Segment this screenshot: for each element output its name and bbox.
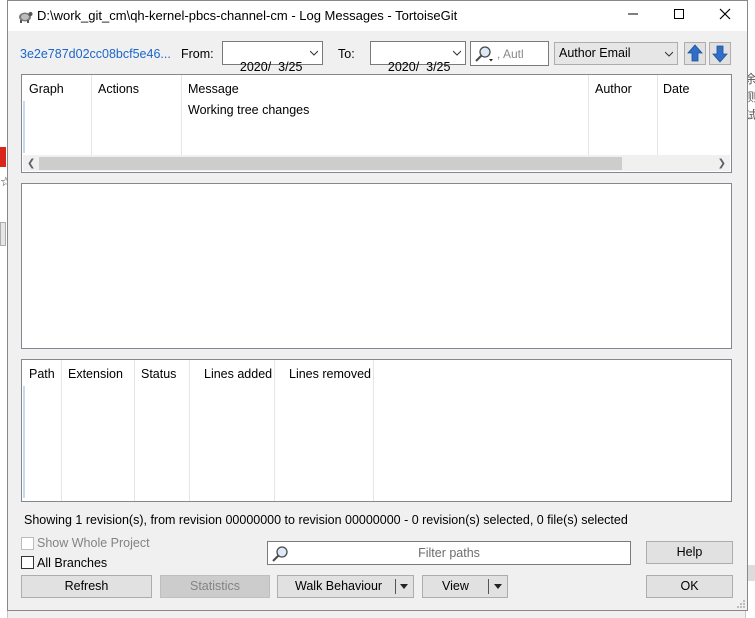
minimize-icon bbox=[628, 13, 638, 15]
dropdown-arrow-icon[interactable] bbox=[400, 584, 408, 589]
commit-message-pane[interactable] bbox=[21, 183, 732, 349]
all-branches-checkbox[interactable] bbox=[21, 556, 34, 569]
column-divider bbox=[657, 75, 658, 155]
from-date-picker[interactable]: 2020/ 3/25 bbox=[222, 41, 323, 74]
column-divider bbox=[189, 360, 190, 501]
close-button[interactable] bbox=[702, 1, 748, 31]
column-header-author[interactable]: Author bbox=[595, 82, 632, 96]
ok-button[interactable]: OK bbox=[646, 575, 733, 598]
resize-grip-icon[interactable] bbox=[736, 599, 746, 609]
refresh-button[interactable]: Refresh bbox=[21, 575, 152, 598]
previous-button[interactable] bbox=[684, 42, 706, 65]
log-list[interactable]: Graph Actions Message Author Date Workin… bbox=[21, 74, 732, 173]
maximize-button[interactable] bbox=[656, 1, 702, 31]
column-header-lines-added[interactable]: Lines added bbox=[204, 367, 272, 381]
column-header-path[interactable]: Path bbox=[29, 367, 55, 381]
status-text: Showing 1 revision(s), from revision 000… bbox=[24, 513, 628, 527]
column-divider bbox=[61, 360, 62, 501]
all-branches-label: All Branches bbox=[37, 556, 108, 570]
scroll-right-icon[interactable]: ❯ bbox=[718, 158, 726, 169]
title-bar[interactable]: D:\work_git_cm\qh-kernel-pbcs-channel-cm… bbox=[8, 1, 747, 31]
changed-files-list[interactable]: Path Extension Status Lines added Lines … bbox=[21, 359, 732, 502]
next-button[interactable] bbox=[709, 42, 731, 65]
column-header-actions[interactable]: Actions bbox=[98, 82, 139, 96]
search-text: , Autl bbox=[497, 47, 524, 61]
filter-paths-input[interactable]: Filter paths bbox=[267, 541, 631, 565]
column-header-date[interactable]: Date bbox=[663, 82, 689, 96]
column-divider bbox=[91, 75, 92, 155]
column-divider bbox=[274, 360, 275, 501]
horizontal-scrollbar[interactable]: ❮ ❯ bbox=[23, 155, 730, 171]
column-header-message[interactable]: Message bbox=[188, 82, 239, 96]
from-date-value: 2020/ 3/25 bbox=[239, 60, 303, 74]
dropdown-arrow-icon[interactable] bbox=[494, 584, 502, 589]
view-label: View bbox=[442, 579, 469, 593]
filter-paths-placeholder: Filter paths bbox=[418, 546, 480, 560]
arrow-down-icon bbox=[712, 45, 728, 63]
split-divider bbox=[488, 579, 489, 594]
column-header-graph[interactable]: Graph bbox=[29, 82, 64, 96]
search-icon bbox=[475, 46, 493, 62]
column-divider bbox=[181, 75, 182, 155]
close-icon bbox=[719, 8, 731, 20]
column-header-extension[interactable]: Extension bbox=[68, 367, 123, 381]
table-row-message[interactable]: Working tree changes bbox=[188, 103, 309, 117]
walk-behaviour-button[interactable]: Walk Behaviour bbox=[277, 575, 414, 598]
to-label: To: bbox=[338, 47, 355, 61]
chevron-down-icon bbox=[453, 50, 461, 56]
revision-link[interactable]: 3e2e787d02cc08bcf5e46... bbox=[20, 47, 171, 61]
chevron-down-icon bbox=[665, 51, 673, 57]
files-line bbox=[23, 386, 25, 498]
scrollbar-thumb[interactable] bbox=[39, 157, 622, 170]
maximize-icon bbox=[674, 9, 684, 19]
filter-field-value: Author Email bbox=[559, 46, 631, 60]
column-divider bbox=[373, 360, 374, 501]
background-right-box bbox=[747, 565, 755, 581]
background-red-element bbox=[0, 147, 6, 167]
search-input[interactable]: , Autl bbox=[470, 41, 549, 66]
walk-behaviour-label: Walk Behaviour bbox=[295, 579, 383, 593]
split-divider bbox=[395, 579, 396, 594]
to-date-picker[interactable]: 2020/ 3/25 bbox=[370, 41, 466, 74]
view-button[interactable]: View bbox=[422, 575, 508, 598]
minimize-button[interactable] bbox=[610, 1, 656, 31]
from-label: From: bbox=[181, 47, 214, 61]
show-whole-project-label: Show Whole Project bbox=[37, 536, 150, 550]
log-messages-window: D:\work_git_cm\qh-kernel-pbcs-channel-cm… bbox=[7, 0, 748, 611]
scroll-left-icon[interactable]: ❮ bbox=[27, 158, 35, 169]
chevron-down-icon bbox=[310, 50, 318, 56]
arrow-up-icon bbox=[687, 44, 703, 62]
column-header-status[interactable]: Status bbox=[141, 367, 176, 381]
filter-field-select[interactable]: Author Email bbox=[554, 42, 678, 65]
tortoisegit-icon bbox=[19, 12, 33, 23]
to-date-value: 2020/ 3/25 bbox=[387, 60, 451, 74]
column-header-lines-removed[interactable]: Lines removed bbox=[289, 367, 371, 381]
window-title: D:\work_git_cm\qh-kernel-pbcs-channel-cm… bbox=[37, 8, 458, 23]
graph-line bbox=[23, 101, 25, 153]
statistics-button[interactable]: Statistics bbox=[160, 575, 270, 598]
help-button[interactable]: Help bbox=[646, 541, 733, 564]
column-divider bbox=[134, 360, 135, 501]
background-gray-element bbox=[0, 222, 6, 246]
column-divider bbox=[588, 75, 589, 155]
show-whole-project-checkbox[interactable] bbox=[21, 537, 34, 550]
